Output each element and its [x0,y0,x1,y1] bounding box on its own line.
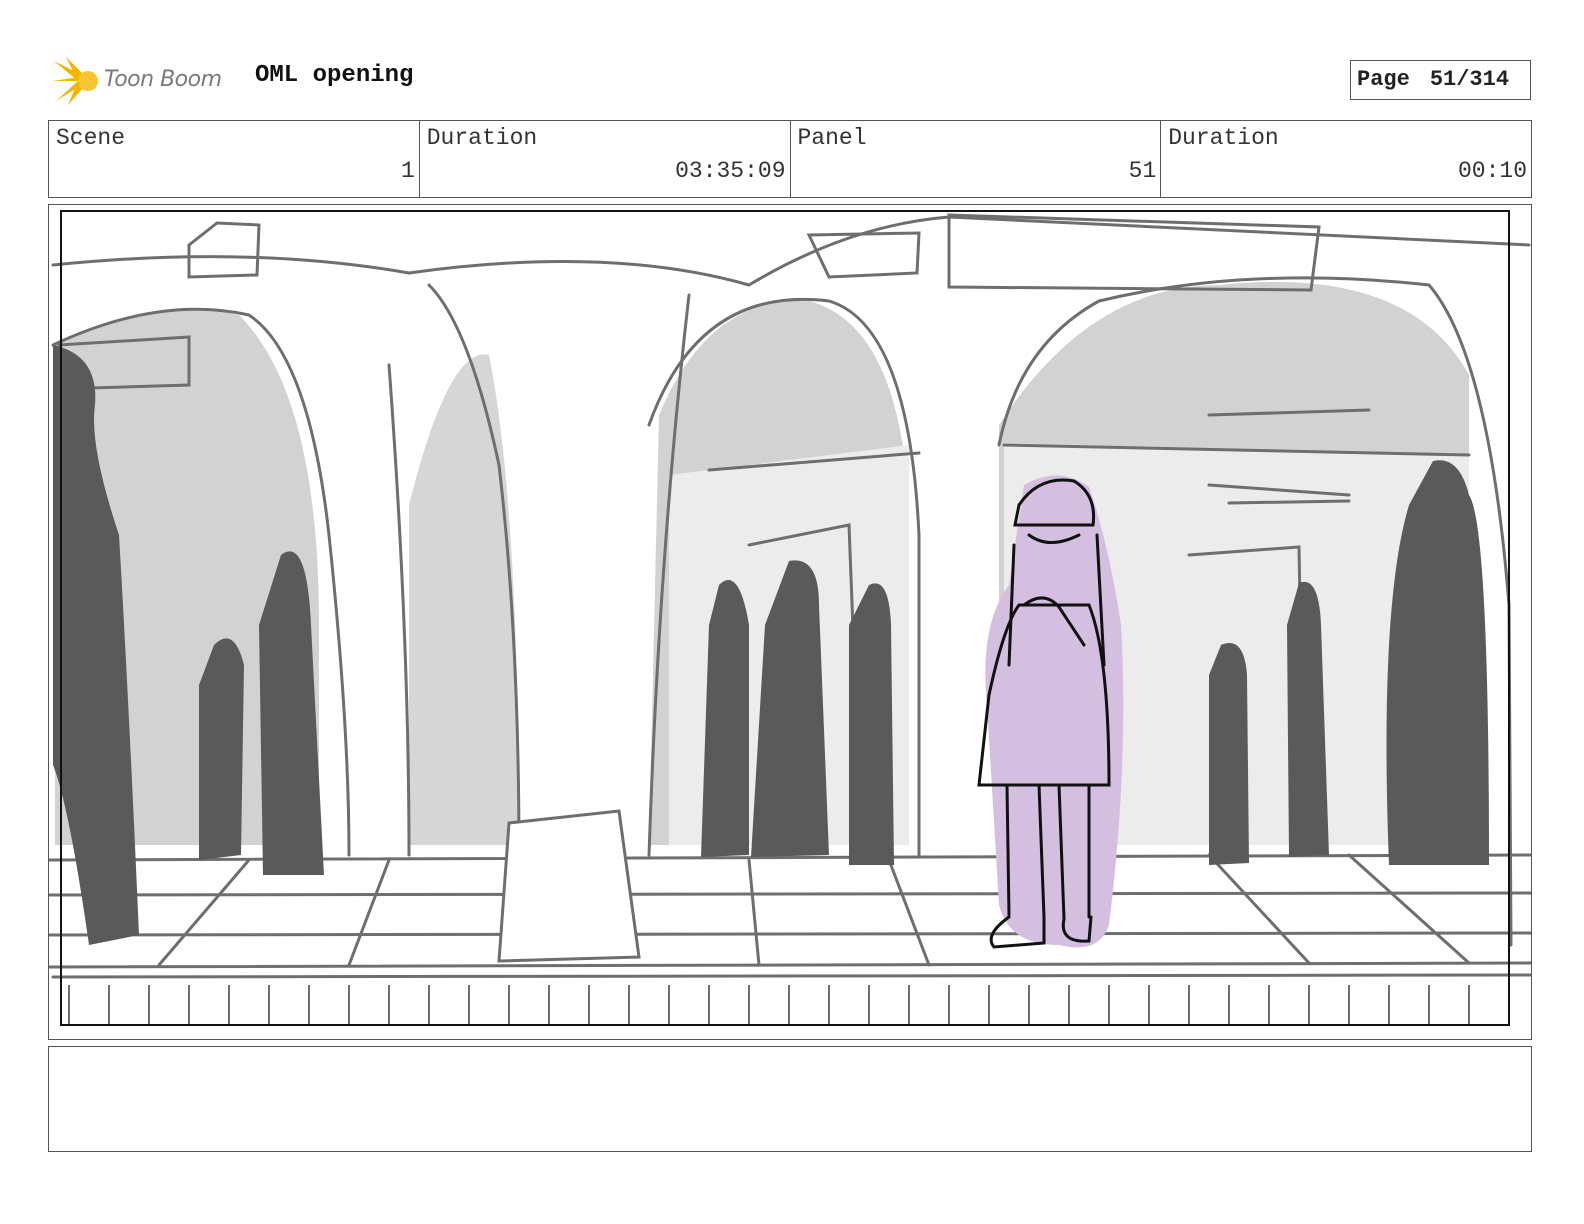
storyboard-frame [48,204,1532,1040]
scene-label: Scene [56,125,126,151]
notes-box [48,1046,1532,1152]
scene-value: 1 [400,158,415,184]
page-number: 51/314 [1429,67,1510,92]
panel-duration-cell: Duration 00:10 [1161,121,1531,197]
logo-text: Toon Boom [104,67,222,92]
toon-boom-logo: Toon Boom [52,55,242,107]
project-title: OML opening [255,62,414,89]
page-indicator: Page 51/314 [1350,60,1531,100]
scene-cell: Scene 1 [49,121,420,197]
panel-info-bar: Scene 1 Duration 03:35:09 Panel 51 Durat… [48,120,1532,198]
scene-duration-cell: Duration 03:35:09 [420,121,791,197]
star-burst-icon [52,57,98,105]
scene-duration-label: Duration [426,125,538,151]
panel-value: 51 [1128,158,1157,184]
panel-label: Panel [797,125,867,151]
page-label: Page [1357,67,1410,92]
panel-duration-label: Duration [1168,125,1279,151]
panel-duration-value: 00:10 [1457,158,1527,184]
scene-duration-value: 03:35:09 [675,158,786,184]
storyboard-sketch [49,205,1531,1039]
panel-cell: Panel 51 [791,121,1162,197]
